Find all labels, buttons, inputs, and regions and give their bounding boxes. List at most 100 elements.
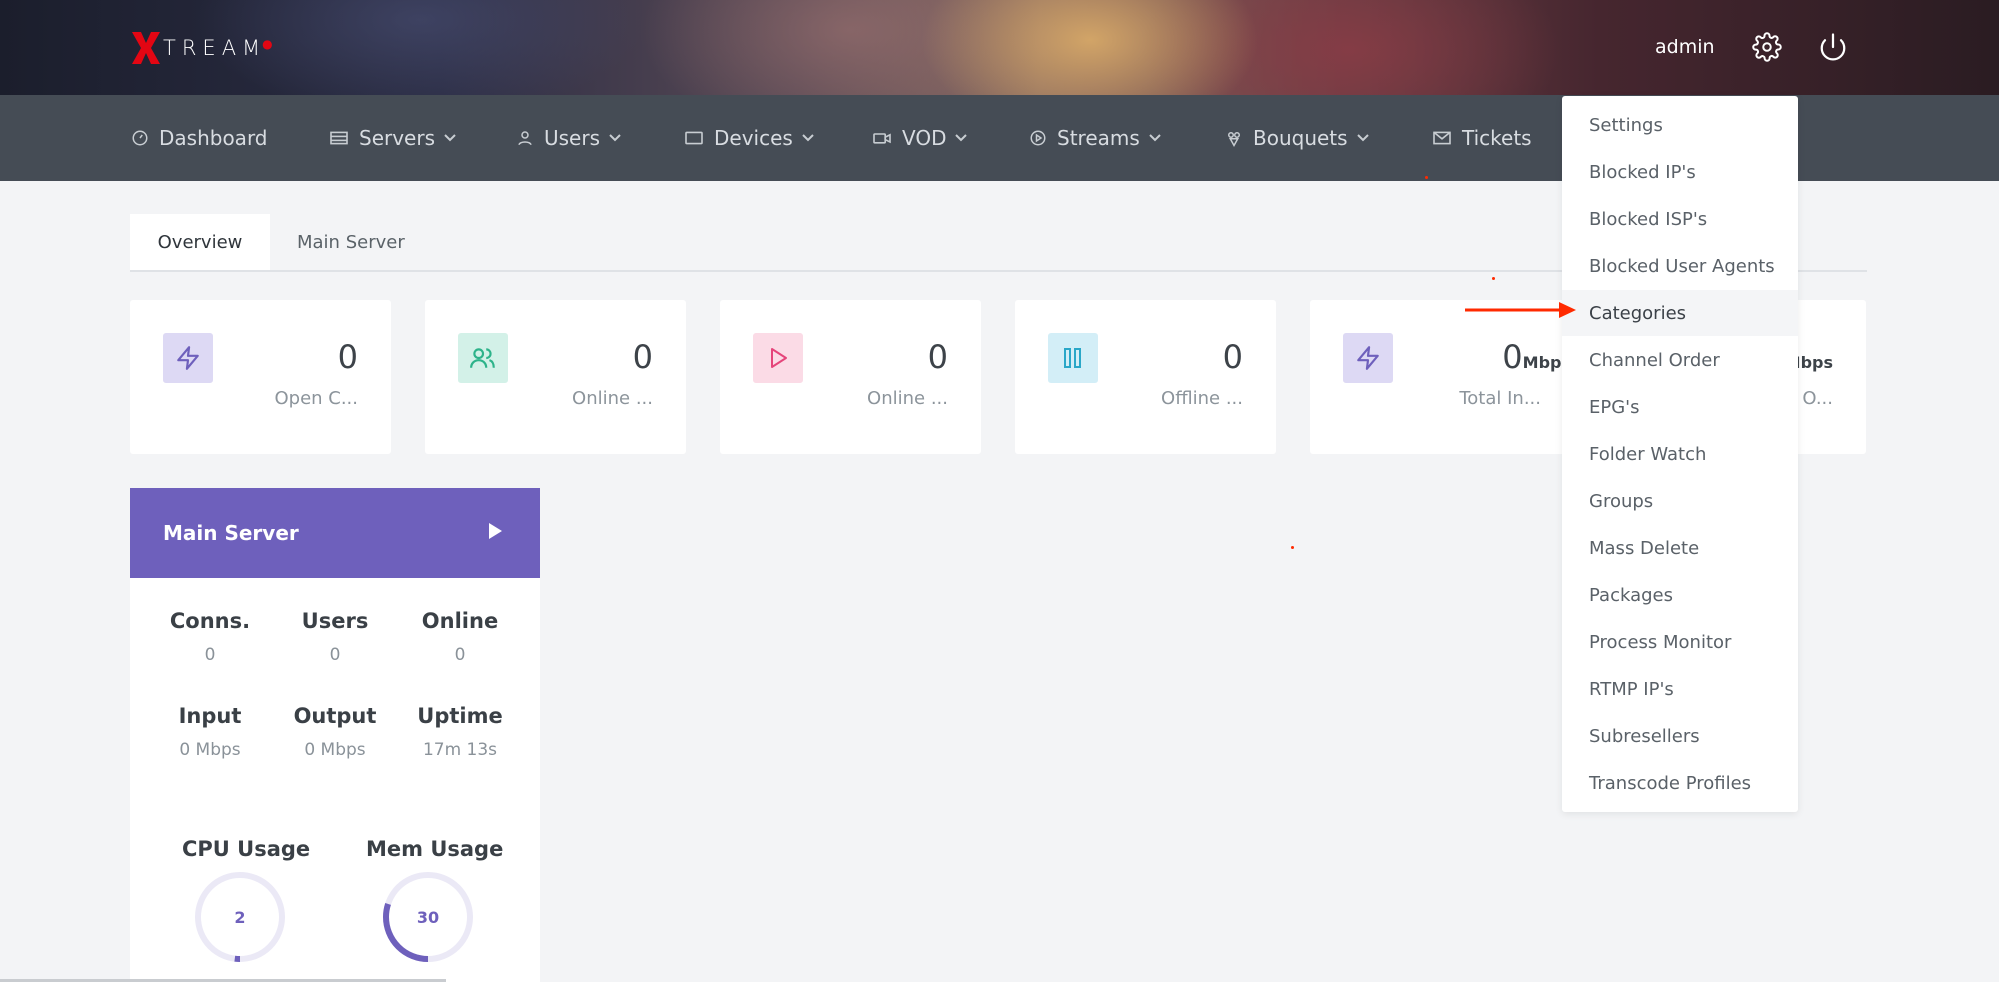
main-server-title: Main Server <box>163 521 299 545</box>
nav-users[interactable]: Users <box>516 95 622 181</box>
xtream-logo[interactable]: TREAM ● <box>131 30 273 66</box>
logo-x-icon <box>132 32 160 64</box>
stat-output-label: Output <box>293 704 377 728</box>
stat-input-value: 0 Mbps <box>179 740 241 760</box>
menu-item-categories[interactable]: Categories <box>1562 290 1798 336</box>
stat-users-label: Users <box>301 609 369 633</box>
annotation-dot <box>1425 176 1428 179</box>
stat-uptime-value: 17m 13s <box>422 740 498 760</box>
stat-value: 0 <box>337 338 358 376</box>
menu-item-mass-delete[interactable]: Mass Delete <box>1562 525 1798 571</box>
stat-label: Total In... <box>1459 388 1541 409</box>
stat-value: 0 <box>927 338 948 376</box>
menu-item-subresellers[interactable]: Subresellers <box>1562 713 1798 759</box>
menu-item-folder-watch[interactable]: Folder Watch <box>1562 431 1798 477</box>
stat-value: 0 <box>1502 338 1523 376</box>
tab-overview[interactable]: Overview <box>130 214 270 270</box>
stat-value: 0 <box>1222 338 1243 376</box>
menu-item-blocked-isps[interactable]: Blocked ISP's <box>1562 196 1798 242</box>
cpu-usage-gauge: 2 <box>195 872 285 962</box>
menu-item-epgs[interactable]: EPG's <box>1562 384 1798 430</box>
stat-users: Users 0 <box>275 609 395 665</box>
stat-card-online-users: 0 Online ... <box>425 300 686 454</box>
play-circle-icon <box>1030 130 1046 146</box>
stat-card-open-connections: 0 Open C... <box>130 300 391 454</box>
stat-online-value: 0 <box>454 645 466 665</box>
cpu-usage-value: 2 <box>234 908 245 927</box>
bolt-icon <box>1343 333 1393 383</box>
stat-users-value: 0 <box>329 645 341 665</box>
settings-dropdown-menu: Settings Blocked IP's Blocked ISP's Bloc… <box>1562 96 1798 812</box>
stat-card-online-streams: 0 Online ... <box>720 300 981 454</box>
stat-label: Online ... <box>867 388 948 409</box>
menu-item-settings[interactable]: Settings <box>1562 102 1798 148</box>
mem-usage-gauge: 30 <box>383 872 473 962</box>
bolt-icon <box>163 333 213 383</box>
stat-input-label: Input <box>178 704 242 728</box>
nav-servers[interactable]: Servers <box>329 95 457 181</box>
annotation-dot <box>1291 546 1294 549</box>
stat-online: Online 0 <box>400 609 520 665</box>
nav-servers-label: Servers <box>359 126 436 150</box>
chevron-down-icon <box>802 134 814 142</box>
cpu-usage-label: CPU Usage <box>182 837 311 861</box>
users-icon <box>458 333 508 383</box>
menu-item-groups[interactable]: Groups <box>1562 478 1798 524</box>
stat-online-label: Online <box>421 609 499 633</box>
menu-item-packages[interactable]: Packages <box>1562 572 1798 618</box>
stat-conns-label: Conns. <box>169 609 251 633</box>
mem-usage-label: Mem Usage <box>366 837 504 861</box>
nav-vod[interactable]: VOD <box>872 95 968 181</box>
top-bar: TREAM ● admin <box>0 0 1999 95</box>
pause-icon <box>1048 333 1098 383</box>
stat-uptime-label: Uptime <box>417 704 503 728</box>
nav-vod-label: VOD <box>902 126 947 150</box>
chevron-down-icon <box>444 134 456 142</box>
stat-label: Open C... <box>274 388 358 409</box>
username-label[interactable]: admin <box>1655 36 1715 58</box>
annotation-dot <box>1492 277 1495 280</box>
nav-tickets[interactable]: Tickets <box>1432 95 1532 181</box>
stat-conns-value: 0 <box>204 645 216 665</box>
stat-label: O... <box>1802 388 1833 409</box>
gear-icon[interactable] <box>1752 32 1782 62</box>
play-icon[interactable] <box>486 521 504 541</box>
nav-users-label: Users <box>544 126 601 150</box>
logo-dot: ● <box>262 37 273 51</box>
nav-tickets-label: Tickets <box>1462 126 1532 150</box>
annotation-arrow-icon <box>1465 302 1576 318</box>
mail-icon <box>1433 131 1451 145</box>
nav-bouquets-label: Bouquets <box>1253 126 1348 150</box>
stat-uptime: Uptime 17m 13s <box>400 704 520 760</box>
menu-item-blocked-user-agents[interactable]: Blocked User Agents <box>1562 243 1798 289</box>
menu-item-rtmp-ips[interactable]: RTMP IP's <box>1562 666 1798 712</box>
nav-devices-label: Devices <box>714 126 793 150</box>
nav-dashboard[interactable]: Dashboard <box>131 95 268 181</box>
stat-output: Output 0 Mbps <box>275 704 395 760</box>
nav-dashboard-label: Dashboard <box>159 126 268 150</box>
chevron-down-icon <box>1356 134 1369 142</box>
chevron-down-icon <box>609 134 621 142</box>
chevron-down-icon <box>955 134 968 142</box>
stat-value: 0 <box>632 338 653 376</box>
menu-item-transcode-profiles[interactable]: Transcode Profiles <box>1562 760 1798 806</box>
user-icon <box>518 131 532 146</box>
main-server-header[interactable]: Main Server <box>130 488 540 578</box>
main-server-panel: Main Server Conns. 0 Users 0 Online 0 In… <box>130 488 540 982</box>
dashboard-icon <box>132 130 148 146</box>
menu-item-blocked-ips[interactable]: Blocked IP's <box>1562 149 1798 195</box>
stat-card-total-input: 0Mbps Total In... <box>1310 300 1571 454</box>
stat-label: Online ... <box>572 388 653 409</box>
chevron-down-icon <box>1149 134 1161 142</box>
menu-item-process-monitor[interactable]: Process Monitor <box>1562 619 1798 665</box>
nav-devices[interactable]: Devices <box>684 95 815 181</box>
tab-main-server[interactable]: Main Server <box>297 214 405 270</box>
bouquet-icon <box>1228 132 1240 148</box>
nav-streams[interactable]: Streams <box>1029 95 1162 181</box>
nav-bouquets[interactable]: Bouquets <box>1225 95 1370 181</box>
devices-icon <box>685 131 703 145</box>
menu-item-channel-order[interactable]: Channel Order <box>1562 337 1798 383</box>
power-icon[interactable] <box>1818 32 1848 62</box>
stat-output-value: 0 Mbps <box>304 740 366 760</box>
video-icon <box>873 133 891 144</box>
